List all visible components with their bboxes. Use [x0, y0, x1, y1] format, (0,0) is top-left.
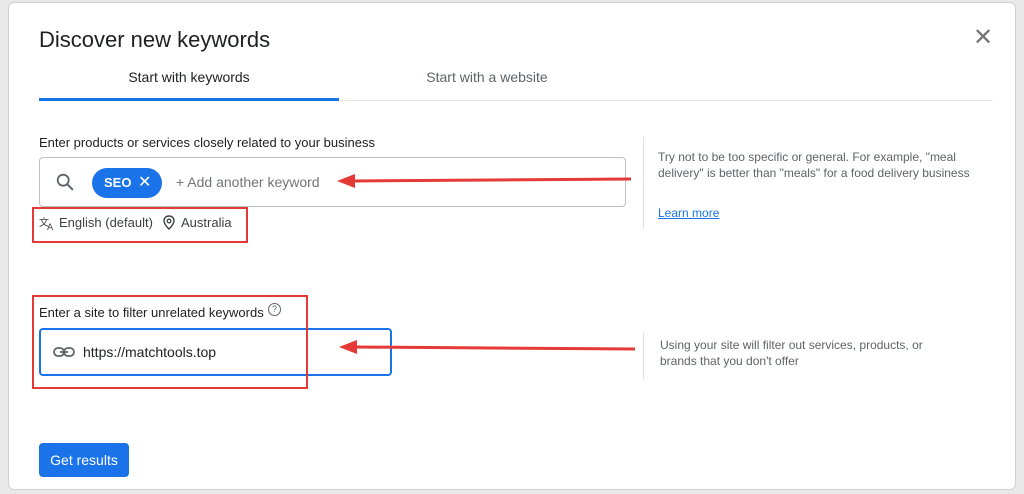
tab-bar: Start with keywords Start with a website — [39, 63, 993, 101]
keyword-chip[interactable]: SEO ✕ — [92, 168, 162, 198]
annotation-box-settings — [32, 207, 248, 243]
get-results-button[interactable]: Get results — [39, 443, 129, 477]
keywords-hint: Try not to be too specific or general. F… — [658, 150, 970, 180]
annotation-box-site — [32, 295, 308, 389]
tab-start-with-keywords[interactable]: Start with keywords — [39, 63, 339, 101]
annotation-arrow-keywords — [337, 174, 632, 188]
keyword-planner-dialog: Discover new keywords ✕ Start with keywo… — [8, 2, 1016, 490]
close-icon[interactable]: ✕ — [970, 25, 996, 51]
keywords-label: Enter products or services closely relat… — [39, 135, 375, 150]
keyword-chip-label: SEO — [104, 175, 132, 190]
learn-more-link[interactable]: Learn more — [658, 206, 719, 220]
divider-keywords — [643, 137, 644, 229]
search-icon — [56, 173, 74, 191]
dialog-title: Discover new keywords — [39, 27, 271, 52]
annotation-arrow-site — [339, 340, 636, 354]
site-hint: Using your site will filter out services… — [660, 338, 923, 368]
remove-chip-icon[interactable]: ✕ — [138, 168, 151, 198]
divider-site — [643, 333, 644, 379]
add-keyword-placeholder[interactable]: + Add another keyword — [176, 174, 320, 190]
tab-start-with-website[interactable]: Start with a website — [339, 63, 635, 101]
